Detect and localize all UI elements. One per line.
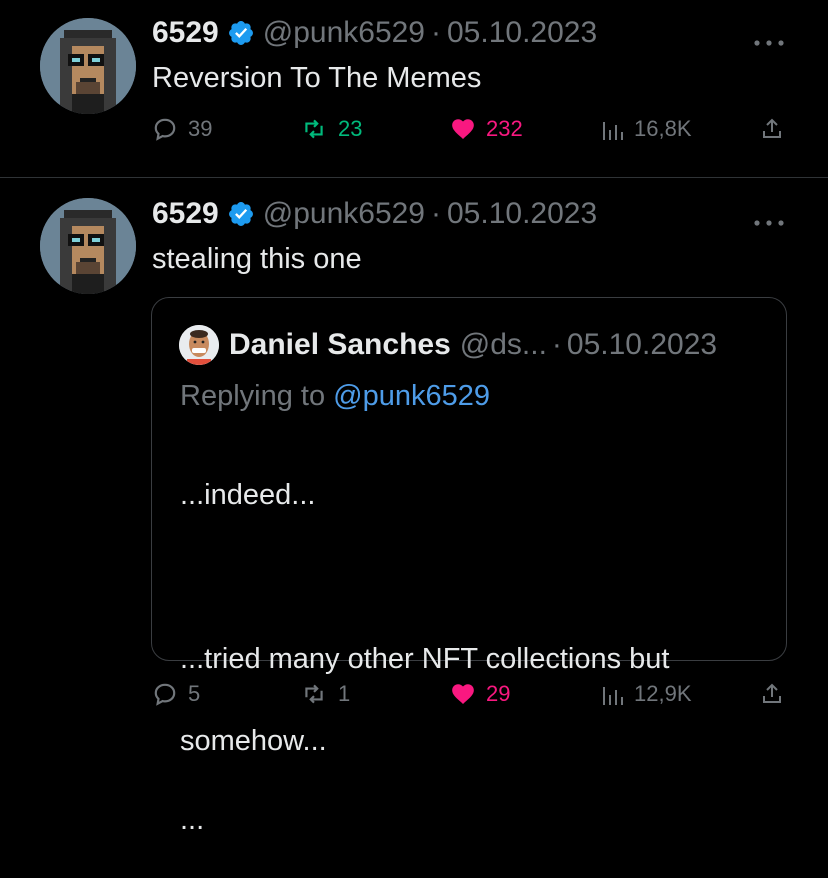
replying-to-label: Replying to: [180, 380, 334, 412]
separator-dot: ·: [431, 197, 441, 230]
like-count: 232: [486, 116, 523, 141]
views-icon: [603, 122, 623, 140]
quoted-tweet[interactable]: Daniel Sanches @ds... · 05.10.2023 Reply…: [151, 297, 787, 836]
author-handle[interactable]: @punk6529: [263, 197, 425, 231]
more-icon[interactable]: [752, 208, 786, 226]
quoted-tweet-text: ...indeed... ...tried many other NFT col…: [180, 434, 770, 878]
tweet-actions: 5 1 29 12,9K: [152, 676, 792, 712]
retweet-icon: [305, 684, 323, 704]
retweet-count: 1: [338, 681, 351, 706]
tweet-date[interactable]: 05.10.2023: [447, 16, 597, 50]
reply-count: 39: [188, 116, 213, 141]
quoted-avatar[interactable]: [179, 325, 219, 365]
quoted-text-line: somehow...: [180, 725, 327, 757]
tweet-date[interactable]: 05.10.2023: [447, 197, 597, 231]
separator-dot: ·: [551, 328, 562, 361]
views-icon: [603, 687, 623, 705]
views-count: 12,9K: [634, 681, 692, 706]
quoted-tweet-header: Daniel Sanches @ds... · 05.10.2023: [179, 324, 717, 366]
share-button[interactable]: [760, 676, 794, 712]
retweet-button[interactable]: 1: [300, 676, 350, 712]
reply-button[interactable]: 39: [152, 111, 212, 147]
avatar[interactable]: [40, 198, 136, 294]
views-count: 16,8K: [634, 116, 692, 141]
avatar[interactable]: [40, 18, 136, 114]
reply-button[interactable]: 5: [152, 676, 200, 712]
author-name[interactable]: 6529: [152, 197, 219, 231]
reply-icon: [154, 683, 176, 706]
verified-badge-icon: [227, 19, 255, 47]
verified-badge-icon: [227, 200, 255, 228]
views-button[interactable]: 16,8K: [602, 111, 692, 147]
share-icon: [763, 118, 781, 138]
author-handle[interactable]: @punk6529: [263, 16, 425, 50]
quoted-tweet-date[interactable]: 05.10.2023: [567, 328, 717, 362]
tweet[interactable]: 6529 @punk6529 · 05.10.2023 stealing thi…: [0, 178, 828, 836]
replying-to: Replying to @punk6529: [180, 380, 490, 413]
quoted-text-line: ...tried many other NFT collections but: [180, 643, 670, 675]
replying-to-mention[interactable]: @punk6529: [333, 380, 490, 412]
reply-icon: [154, 118, 176, 141]
retweet-button[interactable]: 23: [300, 111, 362, 147]
like-button[interactable]: 29: [450, 676, 510, 712]
retweet-count: 23: [338, 116, 363, 141]
quoted-author-name[interactable]: Daniel Sanches: [229, 328, 451, 362]
tweet-header: 6529 @punk6529 · 05.10.2023: [152, 196, 597, 232]
tweet-text: Reversion To The Memes: [152, 62, 482, 94]
quoted-text-line: [180, 557, 770, 598]
quoted-text-line: ...indeed...: [180, 479, 316, 511]
like-count: 29: [486, 681, 511, 706]
tweet-header: 6529 @punk6529 · 05.10.2023: [152, 15, 597, 51]
tweet-text: stealing this one: [152, 243, 362, 275]
tweet[interactable]: 6529 @punk6529 · 05.10.2023 Reversion To…: [0, 0, 828, 178]
quoted-avatar-image: [179, 325, 219, 365]
quoted-author-handle[interactable]: @ds...: [460, 328, 547, 362]
share-icon: [763, 683, 781, 703]
reply-count: 5: [188, 681, 201, 706]
share-button[interactable]: [760, 111, 794, 147]
punk-avatar-image: [40, 18, 136, 114]
punk-avatar-image: [40, 198, 136, 294]
tweet-actions: 39 23 232 16,8K: [152, 111, 792, 147]
separator-dot: ·: [431, 16, 441, 49]
like-button[interactable]: 232: [450, 111, 523, 147]
retweet-icon: [305, 119, 323, 139]
heart-icon: [452, 684, 474, 704]
more-icon[interactable]: [752, 28, 786, 46]
quoted-text-line: ...: [180, 804, 205, 836]
heart-icon: [452, 119, 474, 139]
views-button[interactable]: 12,9K: [602, 676, 692, 712]
author-name[interactable]: 6529: [152, 16, 219, 50]
